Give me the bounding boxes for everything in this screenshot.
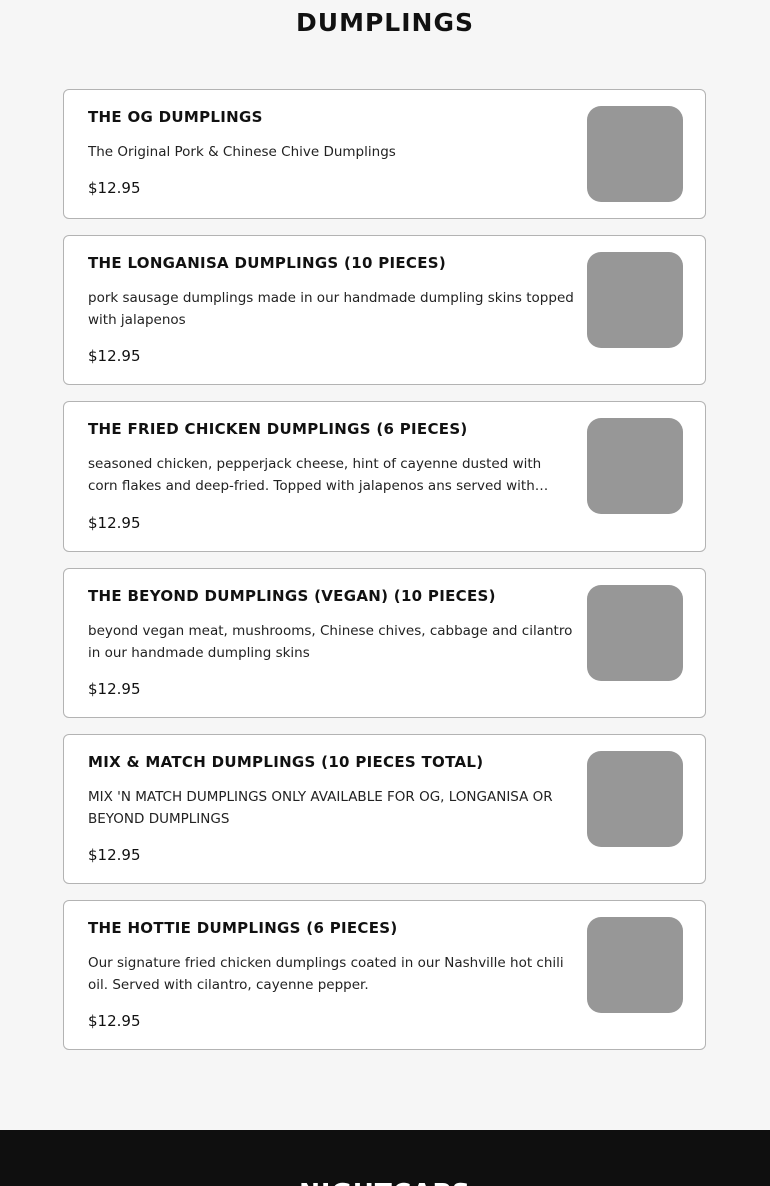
menu-item-description: The Original Pork & Chinese Chive Dumpli… (88, 144, 396, 160)
menu-item-description: MIX 'N MATCH DUMPLINGS ONLY AVAILABLE FO… (88, 789, 553, 827)
menu-item-description: beyond vegan meat, mushrooms, Chinese ch… (88, 623, 573, 661)
menu-item-description: Our signature fried chicken dumplings co… (88, 955, 564, 993)
menu-item-image-placeholder (587, 252, 683, 348)
menu-item-name: THE HOTTIE DUMPLINGS (6 PIECES) (88, 919, 398, 937)
menu-item-card[interactable]: THE FRIED CHICKEN DUMPLINGS (6 PIECES) s… (63, 401, 706, 552)
next-section-band: NIGHTCAPS (0, 1130, 770, 1186)
menu-item-description: pork sausage dumplings made in our handm… (88, 290, 574, 328)
menu-item-name: MIX & MATCH DUMPLINGS (10 PIECES TOTAL) (88, 753, 484, 771)
menu-item-price: $12.95 (88, 179, 141, 197)
menu-item-card[interactable]: MIX & MATCH DUMPLINGS (10 PIECES TOTAL) … (63, 734, 706, 884)
menu-item-name: THE OG DUMPLINGS (88, 108, 263, 126)
menu-item-card[interactable]: THE BEYOND DUMPLINGS (VEGAN) (10 PIECES)… (63, 568, 706, 718)
menu-item-image-placeholder (587, 418, 683, 514)
menu-item-price: $12.95 (88, 347, 141, 365)
section-title: DUMPLINGS (296, 8, 474, 37)
menu-item-name: THE LONGANISA DUMPLINGS (10 PIECES) (88, 254, 447, 272)
menu-item-name: THE FRIED CHICKEN DUMPLINGS (6 PIECES) (88, 420, 468, 438)
menu-item-price: $12.95 (88, 680, 141, 698)
menu-item-image-placeholder (587, 917, 683, 1013)
menu-item-image-placeholder (587, 585, 683, 681)
menu-item-name: THE BEYOND DUMPLINGS (VEGAN) (10 PIECES) (88, 587, 496, 605)
menu-item-price: $12.95 (88, 514, 141, 532)
menu-item-image-placeholder (587, 106, 683, 202)
menu-item-card[interactable]: THE OG DUMPLINGS The Original Pork & Chi… (63, 89, 706, 219)
menu-item-price: $12.95 (88, 846, 141, 864)
menu-item-price: $12.95 (88, 1012, 141, 1030)
menu-item-card[interactable]: THE HOTTIE DUMPLINGS (6 PIECES) Our sign… (63, 900, 706, 1050)
menu-item-card[interactable]: THE LONGANISA DUMPLINGS (10 PIECES) pork… (63, 235, 706, 385)
menu-item-description: seasoned chicken, pepperjack cheese, hin… (88, 456, 542, 494)
next-section-title: NIGHTCAPS (0, 1176, 770, 1186)
menu-item-image-placeholder (587, 751, 683, 847)
